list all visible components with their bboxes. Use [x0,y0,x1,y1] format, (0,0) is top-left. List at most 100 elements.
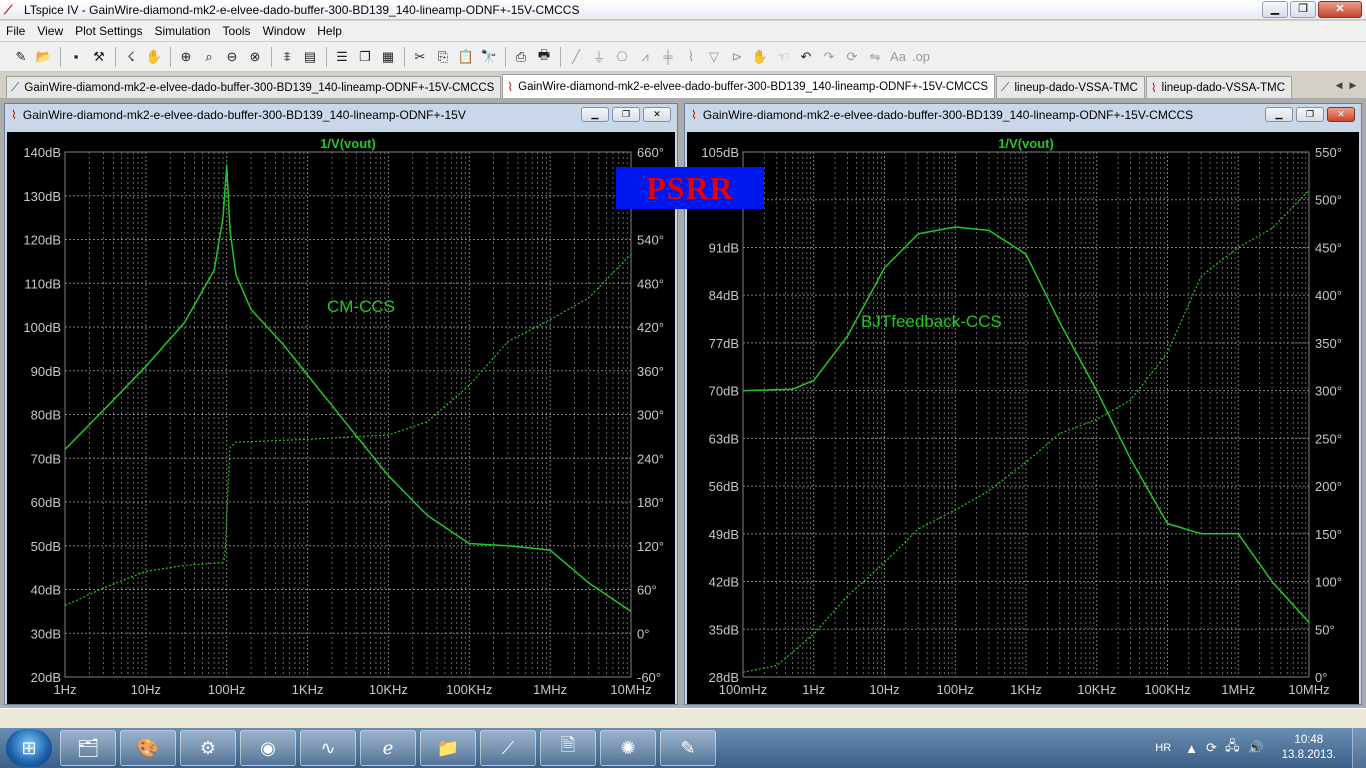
paint-icon[interactable]: 🎨 [120,730,176,766]
antivirus-icon[interactable]: ◉ [240,730,296,766]
maximize-button[interactable]: ❐ [1296,107,1324,122]
tile-windows-icon[interactable]: ▦ [377,46,399,68]
menu-tools[interactable]: Tools [217,24,257,38]
diode-icon[interactable]: ▽ [703,46,725,68]
find-icon[interactable]: 🔭 [478,46,500,68]
plot-pane[interactable]: 1Hz 10Hz 100Hz 1KHz 10KHz 100KHz 1MHz 10MHz 140d… [7,132,675,704]
print-preview-icon[interactable]: ⎙ [510,46,532,68]
tab-plot-lineup[interactable]: ⌇ lineup-dado-VSSA-TMC [1145,76,1293,98]
undo-icon[interactable]: ↶ [795,46,817,68]
start-button[interactable]: ⊞ [6,729,52,767]
rotate-icon[interactable]: ⟳ [841,46,863,68]
y-tick-label-left: 100dB [23,320,61,335]
tab-scroll-right-icon[interactable]: ▶ [1346,78,1360,92]
plot-window-title-bar[interactable]: ⌇ GainWire-diamond-mk2-e-elvee-dado-buff… [5,104,677,126]
plot-window-left[interactable]: ⌇ GainWire-diamond-mk2-e-elvee-dado-buff… [4,103,678,705]
tab-plot-cmccs[interactable]: ⌇ GainWire-diamond-mk2-e-elvee-dado-buff… [502,74,996,98]
trace-label[interactable]: 1/V(vout) [998,136,1054,151]
zoom-in-icon[interactable]: ⊕ [175,46,197,68]
tab-schematic-lineup[interactable]: ⟋ lineup-dado-VSSA-TMC [996,76,1145,98]
ground-icon[interactable]: ⏚ [588,46,610,68]
network-icon[interactable]: 🖧 [1225,737,1240,759]
zoom-cancel-icon[interactable]: ⊗ [244,46,266,68]
folder-icon[interactable]: 📁 [420,730,476,766]
show-desktop-button[interactable] [1352,728,1366,768]
clock[interactable]: 10:48 13.8.2013. [1282,733,1336,763]
trace-label[interactable]: 1/V(vout) [320,136,376,151]
zoom-out-icon[interactable]: ⊖ [221,46,243,68]
text-icon[interactable]: Aa [887,46,909,68]
menu-window[interactable]: Window [257,24,312,38]
explorer-icon[interactable]: 🗂 [60,730,116,766]
y-tick-label-right: -60° [637,670,661,685]
notes-icon[interactable]: ✎ [660,730,716,766]
label-icon[interactable]: ⎔ [611,46,633,68]
redo-icon[interactable]: ↷ [818,46,840,68]
x-tick-label: 100KHz [1144,682,1190,697]
show-hidden-icons-icon[interactable]: ▲ [1185,741,1198,756]
x-tick-label: 10Hz [869,682,899,697]
move-icon[interactable]: ✋ [749,46,771,68]
print-icon[interactable]: 🖶 [533,46,555,68]
menu-view[interactable]: View [31,24,69,38]
copy-icon[interactable]: ⎘ [432,46,454,68]
cut-icon[interactable]: ✂ [409,46,431,68]
minimize-button[interactable]: ▁ [1265,107,1293,122]
save-icon[interactable]: ▪ [65,46,87,68]
run-icon[interactable]: ☇ [120,46,142,68]
tab-scroll-left-icon[interactable]: ◀ [1332,78,1346,92]
tab-schematic-cmccs[interactable]: ⟋ GainWire-diamond-mk2-e-elvee-dado-buff… [6,76,502,98]
minimize-button[interactable]: ▁ [581,107,609,122]
phase-trace[interactable] [742,189,1310,673]
menu-simulation[interactable]: Simulation [149,24,217,38]
y-tick-label-left: 49dB [709,527,739,542]
cascade-icon[interactable]: ❐ [354,46,376,68]
tile-horizontal-icon[interactable]: ▤ [299,46,321,68]
close-button[interactable]: ✕ [1318,1,1362,18]
splash-icon[interactable]: ✺ [600,730,656,766]
paste-icon[interactable]: 📋 [455,46,477,68]
close-button[interactable]: ✕ [643,107,671,122]
close-button[interactable]: ✕ [1327,107,1355,122]
menu-file[interactable]: File [0,24,31,38]
plot-window-title-bar[interactable]: ⌇ GainWire-diamond-mk2-e-elvee-dado-buff… [685,104,1361,126]
resistor-icon[interactable]: ⩘ [634,46,656,68]
open-icon[interactable]: 📂 [33,46,55,68]
menu-help[interactable]: Help [311,24,348,38]
drag-icon[interactable]: ☜ [772,46,794,68]
plot-pane[interactable]: 100mHz 1Hz 10Hz 100Hz 1KHz 10KHz 100KHz 1MHz 10M… [687,132,1359,704]
maximize-button[interactable]: ❐ [612,107,640,122]
y-tick-label-right: 200° [1315,479,1342,494]
tool-icon[interactable]: ⚙ [180,730,236,766]
sync-icon[interactable]: ⟳ [1206,740,1217,756]
minimize-button[interactable]: ▁ [1262,1,1288,18]
capacitor-icon[interactable]: ╪ [657,46,679,68]
plot-annotation[interactable]: BJTfeedback-CCS [861,312,1002,331]
ltspice-icon[interactable]: ⟋ [480,730,536,766]
wire-icon[interactable]: ╱ [565,46,587,68]
mirror-icon[interactable]: ⇋ [864,46,886,68]
autoscale-icon[interactable]: ⩨ [276,46,298,68]
document-icon[interactable]: 🗎 [540,730,596,766]
language-indicator[interactable]: HR [1155,742,1171,754]
oscilloscope-icon[interactable]: ∿ [300,730,356,766]
plot-svg[interactable]: 1Hz 10Hz 100Hz 1KHz 10KHz 100KHz 1MHz 10MHz140d… [7,132,675,704]
internet-explorer-icon[interactable]: ℯ [360,730,416,766]
schematic-icon: ⟋ [1001,80,1010,94]
plot-window-right[interactable]: ⌇ GainWire-diamond-mk2-e-elvee-dado-buff… [684,103,1362,705]
spice-directive-icon[interactable]: .op [910,46,932,68]
x-tick-label: 100Hz [936,682,974,697]
component-icon[interactable]: ⊳ [726,46,748,68]
control-panel-icon[interactable]: ⚒ [88,46,110,68]
plot-annotation[interactable]: CM-CCS [327,297,395,316]
new-schematic-icon[interactable]: ✎ [10,46,32,68]
plot-svg[interactable]: 100mHz 1Hz 10Hz 100Hz 1KHz 10KHz 100KHz 1MHz 10M… [687,132,1359,704]
inductor-icon[interactable]: ⌇ [680,46,702,68]
tile-vertical-icon[interactable]: ☰ [331,46,353,68]
menu-plot-settings[interactable]: Plot Settings [69,24,148,38]
maximize-button[interactable]: ❐ [1290,1,1316,18]
halt-icon[interactable]: ✋ [143,46,165,68]
y-tick-label-right: 0° [1315,670,1327,685]
zoom-area-icon[interactable]: ⌕ [198,46,220,68]
volume-icon[interactable]: 🔊 [1247,740,1263,756]
